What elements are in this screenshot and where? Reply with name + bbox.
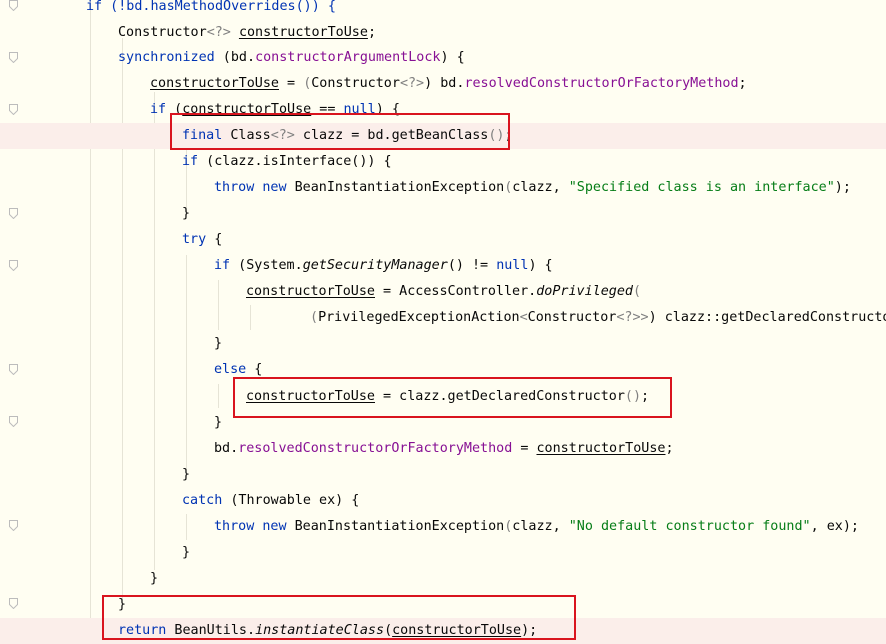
annotation-layer	[0, 0, 886, 640]
highlight-box	[170, 113, 510, 150]
highlight-box	[102, 595, 576, 640]
highlight-box	[233, 377, 672, 418]
